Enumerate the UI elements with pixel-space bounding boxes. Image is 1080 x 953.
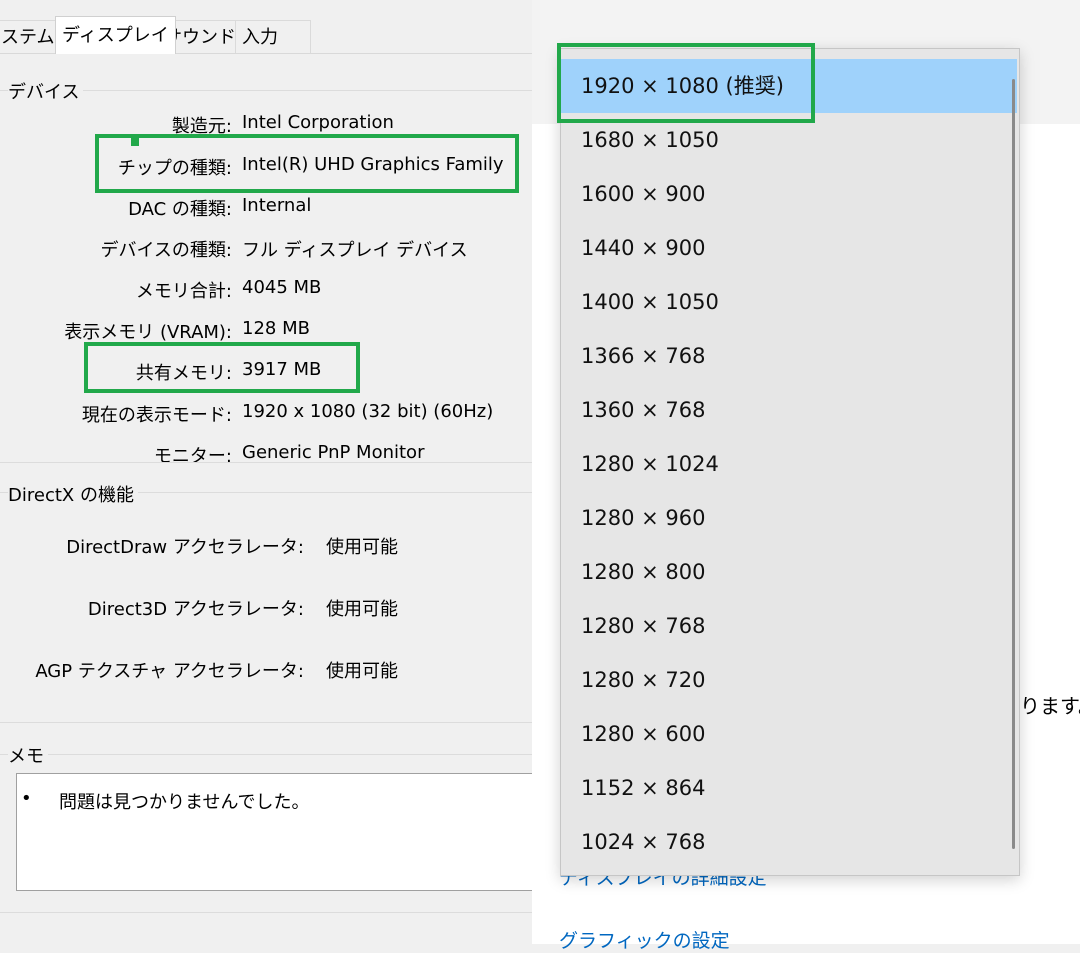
memo-group-title: メモ — [8, 742, 48, 768]
resolution-option[interactable]: 1600 × 900 — [561, 167, 1017, 221]
device-row-value: 3917 MB — [242, 359, 322, 380]
resolution-option[interactable]: 1680 × 1050 — [561, 113, 1017, 167]
resolution-option[interactable]: 1280 × 960 — [561, 491, 1017, 545]
device-row-value: 1920 x 1080 (32 bit) (60Hz) — [242, 401, 494, 422]
directx-row-label: Direct3D アクセラレータ: — [87, 599, 304, 620]
device-row-label: モニター: — [153, 446, 232, 467]
device-row-value: フル ディスプレイ デバイス — [242, 240, 468, 261]
resolution-option[interactable]: 1400 × 1050 — [561, 275, 1017, 329]
memo-group-rule — [0, 754, 532, 755]
directx-row-value: 使用可能 — [326, 599, 398, 620]
resolution-option-selected[interactable]: 1920 × 1080 (推奨) — [561, 59, 1017, 113]
device-row-label: 製造元: — [171, 116, 232, 137]
tab-input[interactable]: 入力 — [235, 20, 311, 53]
tab-display[interactable]: ディスプレイ — [55, 16, 176, 54]
dxdiag-window: ステム ディスプレイ サウンド 入力 デバイス 製造元: Intel Corpo… — [0, 0, 532, 944]
device-row-label: 表示メモリ (VRAM): — [64, 322, 232, 343]
device-row-label: メモリ合計: — [135, 281, 232, 302]
resolution-option[interactable]: 1280 × 1024 — [561, 437, 1017, 491]
directx-row-label: AGP テクスチャ アクセラレータ: — [35, 661, 304, 682]
device-row-label: 現在の表示モード: — [81, 405, 232, 426]
device-row-label: DAC の種類: — [128, 199, 232, 220]
memo-bullet: • — [21, 788, 32, 809]
device-row-label: チップの種類: — [117, 158, 232, 179]
resolution-option[interactable]: 1360 × 768 — [561, 383, 1017, 437]
resolution-option[interactable]: 1152 × 864 — [561, 761, 1017, 815]
resolution-option[interactable]: 1280 × 800 — [561, 545, 1017, 599]
tab-system[interactable]: ステム — [0, 20, 62, 53]
resolution-option[interactable]: 1280 × 720 — [561, 653, 1017, 707]
resolution-option[interactable]: 1440 × 900 — [561, 221, 1017, 275]
device-row-value: 4045 MB — [242, 277, 322, 298]
device-row-label: デバイスの種類: — [100, 240, 232, 261]
tab-bar: ステム ディスプレイ サウンド 入力 — [0, 0, 532, 54]
device-row-value: 128 MB — [242, 318, 310, 339]
device-row-value: Intel Corporation — [242, 112, 394, 133]
device-row-label: 共有メモリ: — [135, 363, 232, 384]
resolution-option[interactable]: 1280 × 600 — [561, 707, 1017, 761]
graphics-settings-link[interactable]: グラフィックの設定 — [559, 926, 730, 953]
resolution-dropdown[interactable]: 1920 × 1080 (推奨) 1680 × 1050 1600 × 900 … — [560, 48, 1020, 876]
device-group-title: デバイス — [8, 78, 84, 104]
directx-row-value: 使用可能 — [326, 537, 398, 558]
memo-group-bottom-rule — [0, 912, 532, 913]
settings-note-text: ります。 — [1020, 694, 1080, 718]
dropdown-scrollbar[interactable] — [1012, 79, 1015, 849]
directx-row-label: DirectDraw アクセラレータ: — [66, 537, 304, 558]
memo-note: 問題は見つかりませんでした。 — [59, 792, 310, 813]
resolution-option[interactable]: 1024 × 768 — [561, 815, 1017, 869]
device-row-value: Intel(R) UHD Graphics Family — [242, 154, 504, 175]
device-row-value: Generic PnP Monitor — [242, 442, 425, 463]
highlight-marker — [131, 138, 139, 146]
directx-row-value: 使用可能 — [326, 661, 398, 682]
device-row-value: Internal — [242, 195, 312, 216]
resolution-option[interactable]: 1280 × 768 — [561, 599, 1017, 653]
resolution-option[interactable]: 1366 × 768 — [561, 329, 1017, 383]
directx-group-title: DirectX の機能 — [8, 481, 138, 507]
directx-group-bottom-rule — [0, 722, 532, 723]
device-group-bottom-rule — [0, 462, 532, 463]
memo-textbox[interactable]: • 問題は見つかりませんでした。 — [16, 773, 532, 891]
